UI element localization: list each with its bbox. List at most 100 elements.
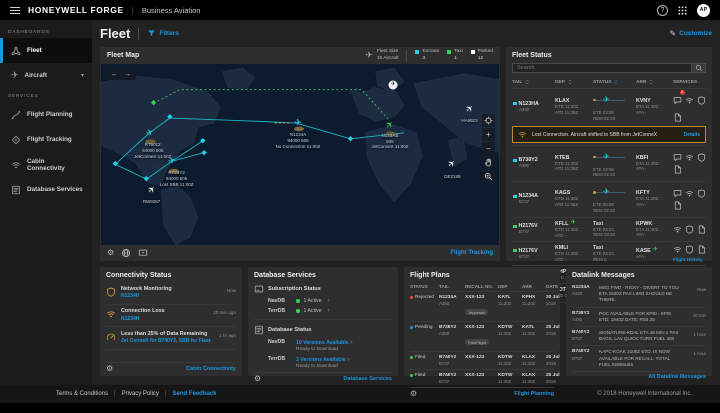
database-status-row[interactable]: NavDB 10 Versions Available›Ready to Dow… — [254, 337, 392, 355]
column-tail[interactable]: TAIL — [512, 79, 555, 85]
world-map[interactable]: ← → + − ◆ ✈ N123AB505 — [101, 64, 499, 245]
document-icon[interactable] — [673, 165, 682, 174]
sidebar-item-cabin-connectivity[interactable]: Cabin Connectivity — [0, 152, 92, 177]
help-icon[interactable]: ? — [657, 5, 668, 16]
all-datalink-messages-link[interactable]: All Datalink Messages — [648, 374, 706, 380]
settings-gear-icon[interactable]: ⚙ — [410, 390, 417, 398]
fleet-status-row[interactable]: H2176VB737 KFLL✈ETD 11:30ZATD - TaxiETE … — [512, 217, 706, 241]
datalink-row[interactable]: B740Y2B737 KAPC-KOAK 2100Z ETD. IS NOW A… — [572, 346, 706, 372]
privacy-link[interactable]: Privacy Policy — [122, 391, 159, 397]
customize-button[interactable]: ✎ Customize — [669, 29, 712, 38]
enroute-waypoint-marker[interactable]: ◆ — [113, 161, 118, 168]
shield-icon[interactable] — [697, 153, 706, 162]
terms-link[interactable]: Terms & Conditions — [56, 391, 108, 397]
item-time: 20 min ago — [213, 310, 236, 315]
column-arr[interactable]: ARR — [636, 79, 673, 85]
message-icon[interactable] — [673, 189, 682, 198]
search-input[interactable] — [512, 63, 691, 73]
sidebar-item-flight-planning[interactable]: Flight Planning — [0, 102, 92, 127]
wifi-icon[interactable] — [685, 96, 694, 105]
flight-tracking-link[interactable]: Flight Tracking — [450, 250, 493, 256]
document-icon[interactable] — [697, 225, 706, 234]
cabin-connectivity-link[interactable]: Cabin Connectivity — [186, 366, 236, 372]
message-icon[interactable]: 2 — [673, 92, 682, 110]
datalink-row[interactable]: B738Y2A380 POC AVAILABLE FOR KPBI - KPIE… — [572, 308, 706, 327]
enroute-waypoint-marker[interactable]: ◆ — [201, 149, 206, 156]
zoom-in-icon[interactable]: + — [482, 128, 495, 141]
sidebar-item-aircraft[interactable]: ✈ Aircraft ▾ — [0, 63, 92, 88]
globe-icon[interactable] — [121, 248, 131, 258]
search-icon[interactable] — [691, 63, 706, 73]
tail-link[interactable]: N1234H — [121, 316, 208, 323]
database-status-row[interactable]: TerrDB 3 Versions Available›Ready to Dow… — [254, 355, 392, 373]
enroute-waypoint-marker[interactable]: ◆ — [167, 114, 172, 121]
sidebar-item-fleet[interactable]: Fleet — [0, 38, 92, 63]
sidebar-item-database-services[interactable]: Database Services — [0, 177, 92, 202]
user-avatar[interactable]: AP — [697, 4, 710, 17]
versions-link[interactable]: 3 Versions Available — [296, 357, 346, 363]
chevron-right-icon: › — [328, 308, 330, 314]
connection-alert: Lost Connection. Aircraft shifted to SBB… — [512, 126, 706, 143]
fleet-status-row[interactable]: B738Y2A380 KTEBETD 11:30ZATD 11:35Z ✈ETE… — [512, 145, 706, 181]
document-icon[interactable] — [673, 201, 682, 210]
aircraft-marker-n1234a[interactable]: ✈ — [294, 119, 302, 128]
column-status[interactable]: STATUS — [593, 79, 636, 85]
database-services-link[interactable]: Database Services — [343, 376, 392, 382]
forward-arrow-icon[interactable]: → — [124, 71, 131, 78]
wifi-icon[interactable] — [673, 225, 682, 234]
aircraft-label: RT38Y294000 505Lost SBB 11:00Z — [160, 170, 194, 188]
sidebar-item-flight-tracking[interactable]: Flight Tracking — [0, 127, 92, 152]
wifi-icon[interactable] — [685, 153, 694, 162]
message-icon[interactable] — [673, 153, 682, 162]
parked-cluster-marker[interactable]: ✈ — [389, 80, 398, 89]
flight-plan-row[interactable]: Rejected N1234AA350 XXX-123Jeppesen KATL… — [410, 291, 554, 321]
map-settings-gear-icon[interactable]: ⚙ — [107, 249, 114, 257]
magnify-icon[interactable] — [482, 170, 495, 183]
settings-gear-icon[interactable]: ⚙ — [254, 375, 261, 383]
details-link[interactable]: Details — [684, 132, 700, 138]
fleet-status-row[interactable]: H2176VB737 KMLIETD 11:30ZATD - TaxiETE 0… — [512, 241, 706, 265]
column-dep[interactable]: DEP — [555, 79, 593, 85]
document-icon[interactable] — [697, 245, 706, 254]
shield-icon[interactable] — [697, 96, 706, 105]
shield-icon[interactable] — [685, 225, 694, 234]
fullscreen-icon[interactable] — [138, 248, 148, 258]
fleet-status-row[interactable]: N1234AB737 KAGSETD 11:30ZATD 11:35Z ✈ETE… — [512, 181, 706, 217]
tail-link[interactable]: Jet ConneX for B740Y2, SBB for Fleet — [121, 338, 214, 345]
app-grid-icon[interactable] — [677, 5, 688, 16]
document-icon[interactable] — [673, 113, 682, 122]
fleet-status-row[interactable]: N123HAA350 KLAXETD 11:30ZATD 11:35Z ✈ETE… — [512, 88, 706, 124]
page-header: Fleet Filters ✎ Customize — [100, 20, 712, 47]
tail-link[interactable]: N1234H — [121, 293, 222, 300]
flight-planning-link[interactable]: Flight Planning — [514, 391, 554, 397]
filters-button[interactable]: Filters — [147, 29, 179, 38]
enroute-waypoint-marker[interactable]: ◆ — [200, 137, 205, 144]
hamburger-menu-icon[interactable] — [10, 7, 20, 14]
enroute-waypoint-marker[interactable]: ◆ — [144, 176, 149, 183]
back-arrow-icon[interactable]: ← — [111, 71, 118, 78]
zoom-out-icon[interactable]: − — [482, 142, 495, 155]
wifi-icon[interactable] — [673, 245, 682, 254]
rejected-dot — [410, 296, 413, 299]
flight-plan-row[interactable]: Filed B740Y2B737 XXX-123 KDTW11:30Z KLAX… — [410, 351, 554, 369]
settings-gear-icon[interactable]: ⚙ — [106, 365, 113, 373]
flight-plan-row[interactable]: Pending B738Y2A380 XXX-123ForeFlight KDT… — [410, 321, 554, 351]
subscription-row[interactable]: NavDB 1 Active › — [254, 296, 392, 306]
locate-icon[interactable] — [482, 114, 495, 127]
shield-icon[interactable] — [685, 245, 694, 254]
shield-icon[interactable] — [697, 189, 706, 198]
versions-link[interactable]: 10 Versions Available — [296, 340, 349, 346]
sidebar-item-label: Aircraft — [25, 72, 47, 79]
send-feedback-link[interactable]: Send Feedback — [173, 391, 217, 397]
flight-history-link[interactable]: Flight History — [673, 257, 703, 262]
wifi-icon[interactable] — [685, 189, 694, 198]
datalink-row[interactable]: N1234AA350 MSG FWD - RICKY - DIVERT TO Y… — [572, 282, 706, 308]
pan-hand-icon[interactable] — [482, 156, 495, 169]
flight-plan-row[interactable]: Filed B740Y2B737 XXX-123 KDTW11:30Z KLAX… — [410, 369, 554, 387]
sidebar-item-label: Fleet — [27, 47, 42, 54]
subscription-row[interactable]: TerrDB 1 Active › — [254, 306, 392, 316]
enroute-waypoint-marker[interactable]: ◆ — [348, 135, 353, 142]
taxi-waypoint-marker[interactable]: ◆ — [151, 100, 156, 107]
datalink-row[interactable]: B740Y2B737 SIGNATURE-KDAL ETA 45 MIN 2 P… — [572, 327, 706, 346]
fleet-size-summary: ✈ Fleet Size15 Aircraft — [365, 49, 398, 61]
